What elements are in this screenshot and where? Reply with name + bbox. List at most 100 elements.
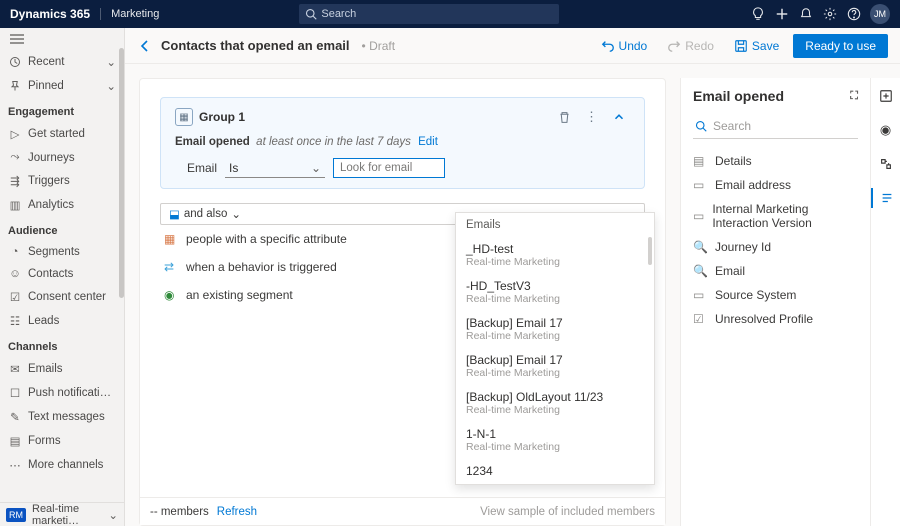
contact-icon: ☺ — [8, 268, 22, 280]
leads-icon: ☷ — [8, 314, 22, 328]
text-icon: ▭ — [693, 288, 707, 302]
tool-add[interactable] — [876, 86, 896, 106]
dropdown-item[interactable]: 1-N-1Real-time Marketing — [456, 422, 654, 459]
dropdown-item[interactable]: [Backup] OldLayout 11/23Real-time Market… — [456, 385, 654, 422]
behavior-icon: ⇄ — [164, 260, 178, 274]
canvas-footer: -- members Refresh View sample of includ… — [140, 497, 665, 525]
nav-triggers[interactable]: ⇶Triggers — [0, 169, 124, 193]
search-icon — [695, 120, 707, 132]
operator-select[interactable]: Is ⌄ — [225, 159, 325, 178]
lookup-icon: 🔍 — [693, 240, 707, 254]
trigger-icon: ⇶ — [8, 174, 22, 188]
dropdown-scrollbar[interactable] — [648, 237, 652, 265]
save-button[interactable]: Save — [728, 36, 785, 56]
redo-button[interactable]: Redo — [661, 36, 720, 56]
email-lookup-dropdown: Emails _HD-testReal-time Marketing -HD_T… — [455, 212, 655, 485]
delete-icon[interactable] — [554, 111, 575, 124]
attr-email-address[interactable]: ▭Email address — [693, 173, 858, 197]
lightbulb-icon[interactable] — [746, 7, 770, 21]
attribute-panel: Email opened ⛶ Search ▤Details ▭Email add… — [680, 78, 900, 526]
nav-leads[interactable]: ☷Leads — [0, 309, 124, 333]
status-badge: • Draft — [362, 39, 396, 53]
number-icon: ▭ — [693, 209, 704, 223]
tool-flow[interactable] — [876, 154, 896, 174]
top-bar: Dynamics 365 Marketing Search JM — [0, 0, 900, 28]
consent-icon: ☑ — [8, 290, 22, 304]
dropdown-header: Emails — [456, 213, 654, 237]
nav-journeys[interactable]: ⤳Journeys — [0, 146, 124, 169]
nav-analytics[interactable]: ▥Analytics — [0, 193, 124, 217]
edit-link[interactable]: Edit — [418, 136, 438, 148]
more-icon[interactable]: ⋮ — [581, 109, 602, 125]
attribute-icon: ▦ — [164, 232, 178, 246]
nav-consent[interactable]: ☑Consent center — [0, 285, 124, 309]
dropdown-item[interactable]: [Backup] Email 17Real-time Marketing — [456, 348, 654, 385]
group-icon: ▦ — [175, 108, 193, 126]
refresh-link[interactable]: Refresh — [217, 506, 257, 518]
right-toolbar: ◉ — [870, 78, 900, 526]
tool-elements[interactable]: ◉ — [876, 120, 896, 140]
segment-icon: ◉ — [164, 288, 178, 302]
chevron-down-icon: ⌄ — [108, 508, 118, 522]
dropdown-item[interactable]: -HD_TestV3Real-time Marketing — [456, 274, 654, 311]
main-area: Contacts that opened an email • Draft Un… — [125, 28, 900, 526]
dropdown-item[interactable]: 1234 — [456, 459, 654, 484]
nav-text[interactable]: ✎Text messages — [0, 405, 124, 429]
tool-attributes[interactable] — [871, 188, 900, 208]
mail-icon: ✉ — [8, 362, 22, 376]
bell-icon[interactable] — [794, 7, 818, 21]
attr-details[interactable]: ▤Details — [693, 149, 858, 173]
chevron-down-icon: ⌄ — [311, 161, 321, 175]
nav-contacts[interactable]: ☺Contacts — [0, 263, 124, 285]
nav-segments[interactable]: ◔Segments — [0, 241, 124, 263]
chart-icon: ▥ — [8, 198, 22, 212]
attr-source-system[interactable]: ▭Source System — [693, 283, 858, 307]
area-switcher[interactable]: RM Real-time marketi… ⌄ — [0, 502, 124, 526]
play-icon: ▷ — [8, 127, 22, 141]
view-sample-link[interactable]: View sample of included members — [480, 506, 655, 518]
filter-row: Email Is ⌄ Look for email — [187, 158, 630, 178]
dropdown-item[interactable]: [Backup] Email 17Real-time Marketing — [456, 311, 654, 348]
left-nav: Recent⌄ Pinned⌄ Engagement ▷Get started … — [0, 28, 125, 526]
journey-icon: ⤳ — [8, 151, 22, 164]
combine-icon: ⬓ — [169, 207, 180, 221]
expand-icon[interactable]: ⛶ — [850, 90, 858, 103]
nav-pinned[interactable]: Pinned⌄ — [0, 74, 124, 98]
back-button[interactable] — [137, 38, 153, 54]
nav-recent[interactable]: Recent⌄ — [0, 50, 124, 74]
ready-to-use-button[interactable]: Ready to use — [793, 34, 888, 58]
nav-forms[interactable]: ▤Forms — [0, 429, 124, 453]
condition-summary: Email opened at least once in the last 7… — [175, 136, 630, 148]
nav-scrollbar[interactable] — [118, 28, 124, 502]
nav-push[interactable]: ☐Push notifications — [0, 381, 124, 405]
dropdown-item[interactable]: _HD-testReal-time Marketing — [456, 237, 654, 274]
attribute-search[interactable]: Search — [693, 116, 858, 139]
attr-email[interactable]: 🔍Email — [693, 259, 858, 283]
help-icon[interactable] — [842, 7, 866, 21]
rpanel-title: Email opened — [693, 88, 784, 104]
avatar[interactable]: JM — [870, 4, 890, 24]
sms-icon: ✎ — [8, 410, 22, 424]
global-search[interactable]: Search — [299, 4, 559, 24]
nav-get-started[interactable]: ▷Get started — [0, 122, 124, 146]
nav-emails[interactable]: ✉Emails — [0, 357, 124, 381]
attr-journey-id[interactable]: 🔍Journey Id — [693, 235, 858, 259]
attr-unresolved-profile[interactable]: ☑Unresolved Profile — [693, 307, 858, 331]
member-count: -- members — [150, 506, 209, 518]
collapse-icon[interactable] — [608, 110, 630, 124]
undo-button[interactable]: Undo — [595, 36, 654, 56]
form-icon: ▤ — [8, 434, 22, 448]
nav-more-channels[interactable]: ⋯More channels — [0, 453, 124, 477]
clock-icon — [8, 56, 22, 68]
plus-icon[interactable] — [770, 7, 794, 21]
more-icon: ⋯ — [8, 458, 22, 472]
chevron-down-icon: ⌄ — [106, 79, 116, 93]
attr-interaction-version[interactable]: ▭Internal Marketing Interaction Version — [693, 197, 858, 235]
check-icon: ☑ — [693, 312, 707, 326]
email-lookup-input[interactable]: Look for email — [333, 158, 445, 178]
module-name[interactable]: Marketing — [100, 8, 159, 20]
text-icon: ▭ — [693, 178, 707, 192]
hamburger-icon[interactable] — [0, 28, 124, 50]
gear-icon[interactable] — [818, 7, 842, 21]
pin-icon — [8, 80, 22, 92]
